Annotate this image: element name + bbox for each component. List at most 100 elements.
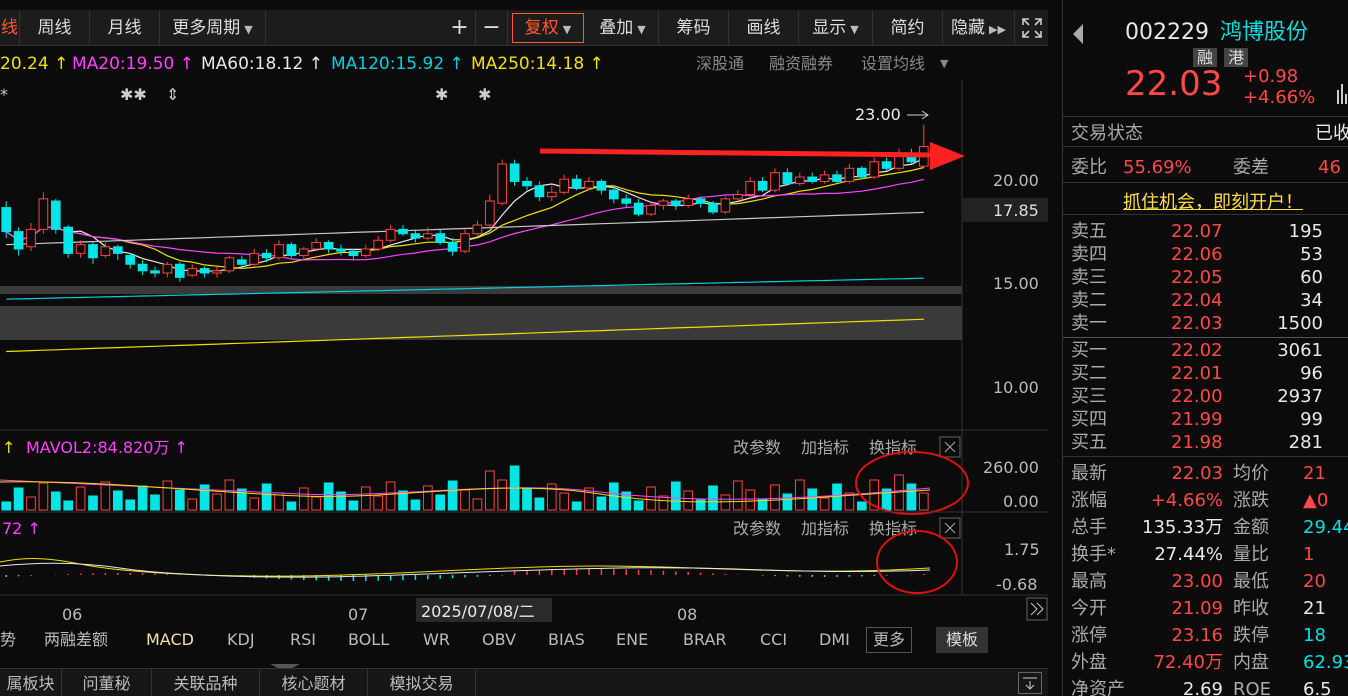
tab-trend[interactable]: 势: [0, 626, 16, 654]
candle[interactable]: [224, 255, 235, 273]
event-marker[interactable]: ✱✱: [120, 85, 147, 104]
candle-body: [732, 193, 743, 200]
swap-indicator-button[interactable]: 换指标: [869, 519, 917, 538]
buy-level-row[interactable]: 买四 21.99 99: [1063, 408, 1348, 431]
event-marker[interactable]: *: [0, 85, 8, 104]
ma20-value: MA20:19.50 ↑: [72, 54, 194, 74]
candle[interactable]: [50, 198, 61, 234]
volume-bar: [720, 494, 731, 511]
tab-margin-diff[interactable]: 两融差额: [44, 626, 108, 654]
more-period-dropdown[interactable]: 更多周期 ▼: [160, 10, 266, 46]
candle[interactable]: [708, 201, 718, 215]
stat-row: 总手 135.33万 金额 29.44: [1063, 516, 1348, 539]
candle-body: [100, 246, 111, 257]
overlay-dropdown[interactable]: 叠加 ▼: [587, 10, 659, 46]
more-period-label: 更多周期: [172, 18, 241, 38]
tab-dmi[interactable]: DMI: [819, 626, 850, 654]
ma-legend: 20.24 ↑ MA20:19.50 ↑ MA60:18.12 ↑ MA120:…: [0, 48, 1048, 80]
stock-name[interactable]: 鸿博股份: [1220, 20, 1308, 45]
display-dropdown[interactable]: 显示 ▼: [799, 10, 873, 46]
set-ma-link[interactable]: 设置均线: [861, 48, 925, 80]
period-day-button[interactable]: 线: [0, 10, 20, 46]
tab-brar[interactable]: BRAR: [683, 626, 727, 654]
hide-button[interactable]: 隐藏 ▶▶: [943, 10, 1015, 46]
stat-label: 最高: [1071, 571, 1107, 592]
zoom-out-button[interactable]: −: [476, 10, 508, 46]
buy-level-row[interactable]: 买五 21.98 281: [1063, 431, 1348, 454]
zoom-in-button[interactable]: +: [444, 10, 476, 46]
tab-core-theme[interactable]: 核心题材: [260, 669, 368, 696]
add-indicator-button[interactable]: 加指标: [801, 438, 849, 457]
candle[interactable]: [286, 242, 297, 258]
tab-ene[interactable]: ENE: [616, 626, 648, 654]
stat-row: 外盘 72.40万 内盘 62.93: [1063, 651, 1348, 674]
candle[interactable]: [38, 192, 49, 234]
draw-line-button[interactable]: 画线: [729, 10, 799, 46]
tab-sector[interactable]: 属板块: [0, 669, 62, 696]
event-marker[interactable]: ✱: [435, 85, 448, 104]
volume-bar: [137, 485, 148, 511]
hk-connect-link[interactable]: 深股通: [696, 48, 744, 80]
tab-obv[interactable]: OBV: [482, 626, 516, 654]
candle[interactable]: [497, 159, 508, 206]
template-button[interactable]: 模板: [936, 627, 989, 653]
weibi-label: 委比: [1071, 157, 1107, 178]
adjust-dropdown[interactable]: 复权 ▼: [512, 13, 584, 43]
stat-value: +4.66%: [1150, 490, 1223, 511]
chips-button[interactable]: 筹码: [659, 10, 729, 46]
edit-params-button[interactable]: 改参数: [733, 438, 781, 457]
stat-label: 均价: [1233, 463, 1269, 484]
kline-chart[interactable]: * ✱✱ ⇕ ✱ ✱ 23.00 20.00 17.85 15.00 10.00…: [0, 80, 1048, 626]
level-price: 21.98: [1171, 432, 1223, 453]
chevron-down-icon: ▼: [562, 23, 572, 36]
event-marker[interactable]: ✱: [478, 85, 491, 104]
sell-level-row[interactable]: 卖二 22.04 34: [1063, 289, 1348, 312]
ma250-value: MA250:14.18 ↑: [471, 54, 604, 74]
buy-level-row[interactable]: 买一 22.02 3061: [1063, 339, 1348, 362]
prev-stock-button[interactable]: [1071, 22, 1085, 50]
price-axis-label: 10.00: [993, 378, 1039, 397]
candle[interactable]: [856, 166, 867, 180]
tab-macd[interactable]: MACD: [146, 626, 194, 654]
buy-level-row[interactable]: 买三 22.00 2937: [1063, 385, 1348, 408]
add-indicator-button[interactable]: 加指标: [801, 519, 849, 538]
margin-trading-link[interactable]: 融资融券: [769, 48, 833, 80]
simple-button[interactable]: 简约: [873, 10, 943, 46]
open-account-link[interactable]: 抓住机会，即刻开户！: [1123, 188, 1303, 214]
tab-boll[interactable]: BOLL: [348, 626, 389, 654]
more-indicators-button[interactable]: 更多: [866, 627, 913, 653]
candle[interactable]: [720, 196, 731, 215]
tab-cci[interactable]: CCI: [760, 626, 787, 654]
candle-body: [348, 250, 359, 257]
volume-bar: [224, 479, 235, 511]
period-week-button[interactable]: 周线: [20, 10, 90, 46]
candle[interactable]: [509, 159, 520, 186]
tab-kdj[interactable]: KDJ: [227, 626, 255, 654]
level-label: 卖五: [1071, 221, 1107, 242]
sell-level-row[interactable]: 卖四 22.06 53: [1063, 243, 1348, 266]
edit-params-button[interactable]: 改参数: [733, 519, 781, 538]
period-month-button[interactable]: 月线: [90, 10, 160, 46]
simple-label: 简约: [890, 18, 925, 38]
event-marker[interactable]: ⇕: [166, 85, 179, 104]
tab-related[interactable]: 关联品种: [152, 669, 260, 696]
collapse-arrow[interactable]: [270, 657, 300, 672]
tab-rsi[interactable]: RSI: [290, 626, 316, 654]
sell-level-row[interactable]: 卖五 22.07 195: [1063, 220, 1348, 243]
level-volume: 3061: [1277, 340, 1323, 361]
sell-level-row[interactable]: 卖三 22.05 60: [1063, 266, 1348, 289]
hk-tag: 港: [1224, 48, 1249, 67]
panel-toggle-button[interactable]: [1018, 672, 1042, 694]
fullscreen-button[interactable]: [1015, 10, 1048, 46]
tab-sim-trade[interactable]: 模拟交易: [368, 669, 476, 696]
volume-bar: [162, 480, 173, 511]
tab-ask-secretary[interactable]: 问董秘: [62, 669, 152, 696]
volume-bar: [559, 492, 570, 511]
sell-level-row[interactable]: 卖一 22.03 1500: [1063, 312, 1348, 335]
buy-level-row[interactable]: 买二 22.01 96: [1063, 362, 1348, 385]
tab-bias[interactable]: BIAS: [548, 626, 585, 654]
candle[interactable]: [63, 225, 74, 258]
ranking-icon[interactable]: [1335, 78, 1348, 106]
tab-wr[interactable]: WR: [423, 626, 450, 654]
candle-body: [385, 228, 396, 241]
